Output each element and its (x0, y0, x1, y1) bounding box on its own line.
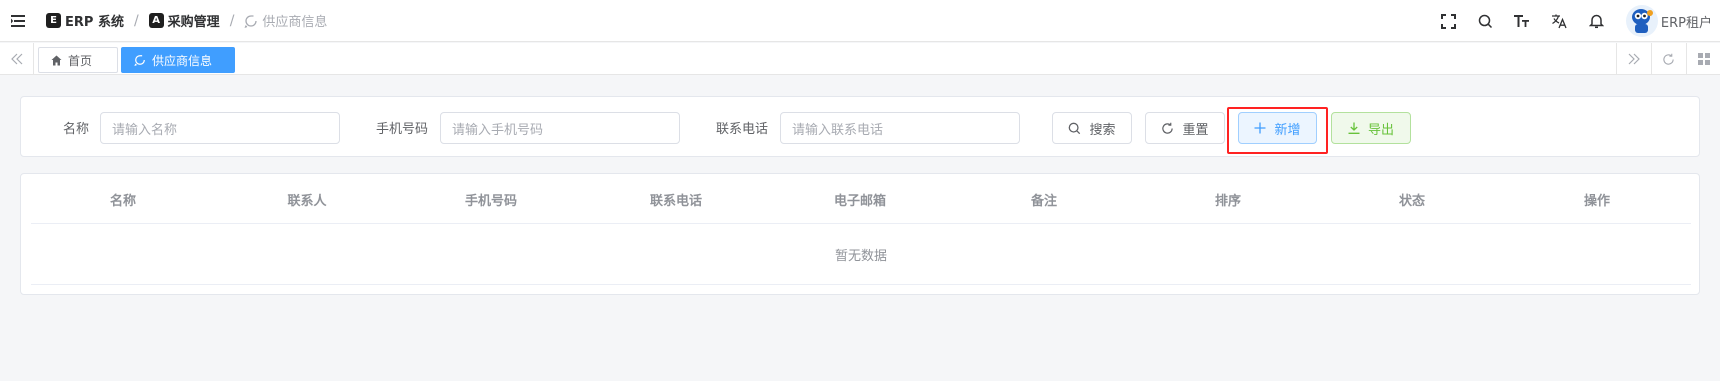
breadcrumb: E ERP 系统 / A 采购管理 / 供应商信息 (38, 0, 327, 42)
refresh-circle-icon (134, 55, 145, 66)
name-label: 名称 (62, 122, 89, 137)
header-actions: ERP租户 (1430, 0, 1720, 42)
column-header: 联系人 (287, 193, 327, 209)
tags-view-bar: 首页 供应商信息 (0, 43, 1720, 75)
breadcrumb-label: ERP 系统 (65, 15, 124, 30)
mobile-label: 手机号码 (375, 122, 428, 137)
column-header: 排序 (1214, 193, 1241, 209)
tag-label: 首页 (68, 53, 93, 68)
mobile-input[interactable]: 请输入手机号码 (440, 112, 680, 144)
tag-label: 供应商信息 (152, 53, 213, 68)
scroll-left-icon[interactable] (0, 43, 34, 75)
refresh-icon (1162, 122, 1174, 134)
telephone-label: 联系电话 (715, 122, 768, 137)
search-button[interactable]: 搜索 (1052, 112, 1132, 144)
breadcrumb-separator: / (229, 12, 235, 29)
breadcrumb-label: 供应商信息 (262, 15, 328, 30)
add-button-label: 新增 (1274, 122, 1301, 138)
column-header: 电子邮箱 (833, 193, 886, 209)
table-card: 名称 联系人 手机号码 联系电话 电子邮箱 备注 排序 状态 操作 暂无数据 (20, 173, 1700, 295)
column-header: 备注 (1030, 193, 1057, 209)
breadcrumb-item-purchase[interactable]: A 采购管理 (148, 11, 220, 30)
refresh-icon[interactable] (1651, 43, 1685, 75)
column-header: 手机号码 (464, 193, 517, 209)
column-header: 联系电话 (649, 193, 702, 209)
empty-state-text: 暂无数据 (31, 225, 1691, 285)
name-input[interactable]: 请输入名称 (100, 112, 340, 144)
breadcrumb-separator: / (133, 12, 139, 29)
erp-logo-icon: E (46, 13, 61, 28)
search-button-label: 搜索 (1089, 122, 1116, 138)
hamburger-menu-icon[interactable] (0, 0, 38, 42)
tag-home[interactable]: 首页 (38, 47, 118, 73)
search-icon (1069, 122, 1081, 134)
reset-button-label: 重置 (1182, 122, 1209, 138)
search-icon[interactable] (1467, 0, 1504, 42)
translate-icon[interactable] (1541, 0, 1578, 42)
breadcrumb-label: 采购管理 (167, 15, 220, 30)
bell-icon[interactable] (1578, 0, 1615, 42)
reset-button[interactable]: 重置 (1145, 112, 1225, 144)
export-button-label: 导出 (1367, 122, 1394, 138)
column-header: 状态 (1398, 193, 1425, 209)
grid-menu-icon[interactable] (1686, 43, 1720, 75)
scroll-right-icon[interactable] (1616, 43, 1650, 75)
plus-icon (1254, 122, 1266, 134)
user-name[interactable]: ERP租户 (1661, 12, 1712, 31)
telephone-input[interactable]: 请输入联系电话 (780, 112, 1020, 144)
table-header: 名称 联系人 手机号码 联系电话 电子邮箱 备注 排序 状态 操作 (31, 174, 1691, 224)
column-header: 操作 (1583, 193, 1610, 209)
refresh-circle-icon (244, 14, 258, 28)
column-header: 名称 (109, 193, 136, 209)
tag-supplier-info[interactable]: 供应商信息 (121, 47, 235, 73)
avatar[interactable] (1625, 4, 1659, 38)
breadcrumb-item-erp[interactable]: E ERP 系统 (46, 11, 124, 30)
add-button[interactable]: 新增 (1238, 112, 1317, 144)
purchase-logo-icon: A (148, 13, 164, 28)
export-button[interactable]: 导出 (1331, 112, 1411, 144)
fullscreen-icon[interactable] (1430, 0, 1467, 42)
top-header: E ERP 系统 / A 采购管理 / 供应商信息 ERP租户 (0, 0, 1720, 42)
search-form-card: 名称 请输入名称 手机号码 请输入手机号码 联系电话 请输入联系电话 搜索 重置… (20, 96, 1700, 157)
home-icon (51, 55, 62, 65)
font-size-icon[interactable] (1504, 0, 1541, 42)
breadcrumb-item-supplier: 供应商信息 (244, 11, 327, 30)
download-icon (1348, 122, 1360, 134)
